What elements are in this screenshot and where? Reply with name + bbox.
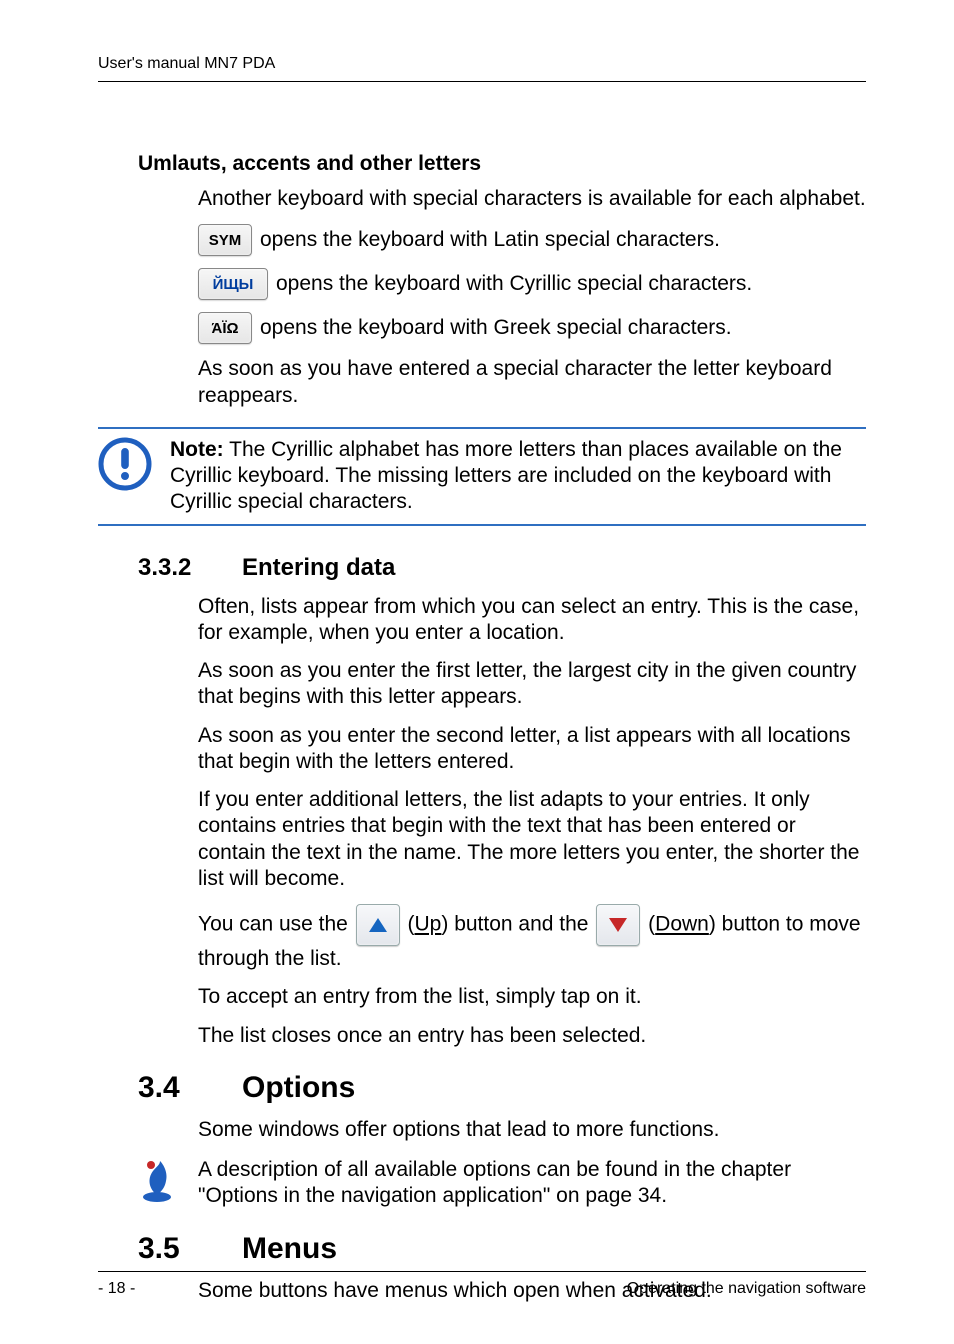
cyrillic-key-text: opens the keyboard with Cyrillic special… bbox=[276, 272, 752, 296]
section-num-35: 3.5 bbox=[138, 1232, 218, 1266]
p332-5b: ) button and the bbox=[441, 913, 594, 936]
heading-3-3-2: 3.3.2 Entering data bbox=[138, 554, 866, 582]
note-text: Note: The Cyrillic alphabet has more let… bbox=[170, 437, 866, 516]
down-button-icon bbox=[596, 904, 640, 946]
umlauts-close: As soon as you have entered a special ch… bbox=[198, 356, 866, 409]
section-title-34: Options bbox=[242, 1071, 355, 1105]
p332-4: If you enter additional letters, the lis… bbox=[198, 787, 866, 892]
section-num-34: 3.4 bbox=[138, 1071, 218, 1105]
section-title-332: Entering data bbox=[242, 554, 395, 582]
cyrillic-key-label: ЙЩЫ bbox=[213, 276, 254, 293]
p332-5: You can use the (Up) button and the (Dow… bbox=[198, 904, 866, 972]
p332-2: As soon as you enter the first letter, t… bbox=[198, 658, 866, 711]
heading-3-5: 3.5 Menus bbox=[138, 1232, 866, 1266]
footer-chapter: Operating the navigation software bbox=[627, 1280, 866, 1298]
tip-icon bbox=[138, 1157, 176, 1208]
cyrillic-key-icon: ЙЩЫ bbox=[198, 268, 268, 300]
p332-1: Often, lists appear from which you can s… bbox=[198, 594, 866, 647]
down-label: Down bbox=[655, 913, 709, 936]
up-button-icon bbox=[356, 904, 400, 946]
note-block: Note: The Cyrillic alphabet has more let… bbox=[98, 427, 866, 526]
tip-row: A description of all available options c… bbox=[138, 1157, 866, 1210]
heading-umlauts: Umlauts, accents and other letters bbox=[138, 152, 866, 176]
row-latin-special: SYM opens the keyboard with Latin specia… bbox=[198, 224, 866, 256]
section-num-332: 3.3.2 bbox=[138, 554, 218, 582]
greek-key-label: ΆΪΩ bbox=[211, 320, 238, 337]
greek-key-icon: ΆΪΩ bbox=[198, 312, 252, 344]
note-label: Note: bbox=[170, 438, 224, 461]
running-header: User's manual MN7 PDA bbox=[98, 55, 866, 82]
up-label: Up bbox=[415, 913, 442, 936]
tip-text: A description of all available options c… bbox=[198, 1157, 866, 1210]
note-body: The Cyrillic alphabet has more letters t… bbox=[170, 438, 842, 514]
row-cyrillic-special: ЙЩЫ opens the keyboard with Cyrillic spe… bbox=[198, 268, 866, 300]
sym-key-label: SYM bbox=[209, 232, 242, 249]
p332-6: To accept an entry from the list, simply… bbox=[198, 984, 866, 1010]
page-number: - 18 - bbox=[98, 1280, 135, 1298]
p332-5a: You can use the bbox=[198, 913, 354, 936]
page-footer: - 18 - Operating the navigation software bbox=[98, 1271, 866, 1298]
p332-3: As soon as you enter the second letter, … bbox=[198, 723, 866, 776]
row-greek-special: ΆΪΩ opens the keyboard with Greek specia… bbox=[198, 312, 866, 344]
umlauts-intro: Another keyboard with special characters… bbox=[198, 186, 866, 212]
sym-key-text: opens the keyboard with Latin special ch… bbox=[260, 228, 720, 252]
greek-key-text: opens the keyboard with Greek special ch… bbox=[260, 316, 732, 340]
p34-1: Some windows offer options that lead to … bbox=[198, 1117, 866, 1143]
heading-3-4: 3.4 Options bbox=[138, 1071, 866, 1105]
sym-key-icon: SYM bbox=[198, 224, 252, 256]
note-icon bbox=[98, 437, 152, 496]
section-title-35: Menus bbox=[242, 1232, 337, 1266]
p332-7: The list closes once an entry has been s… bbox=[198, 1023, 866, 1049]
